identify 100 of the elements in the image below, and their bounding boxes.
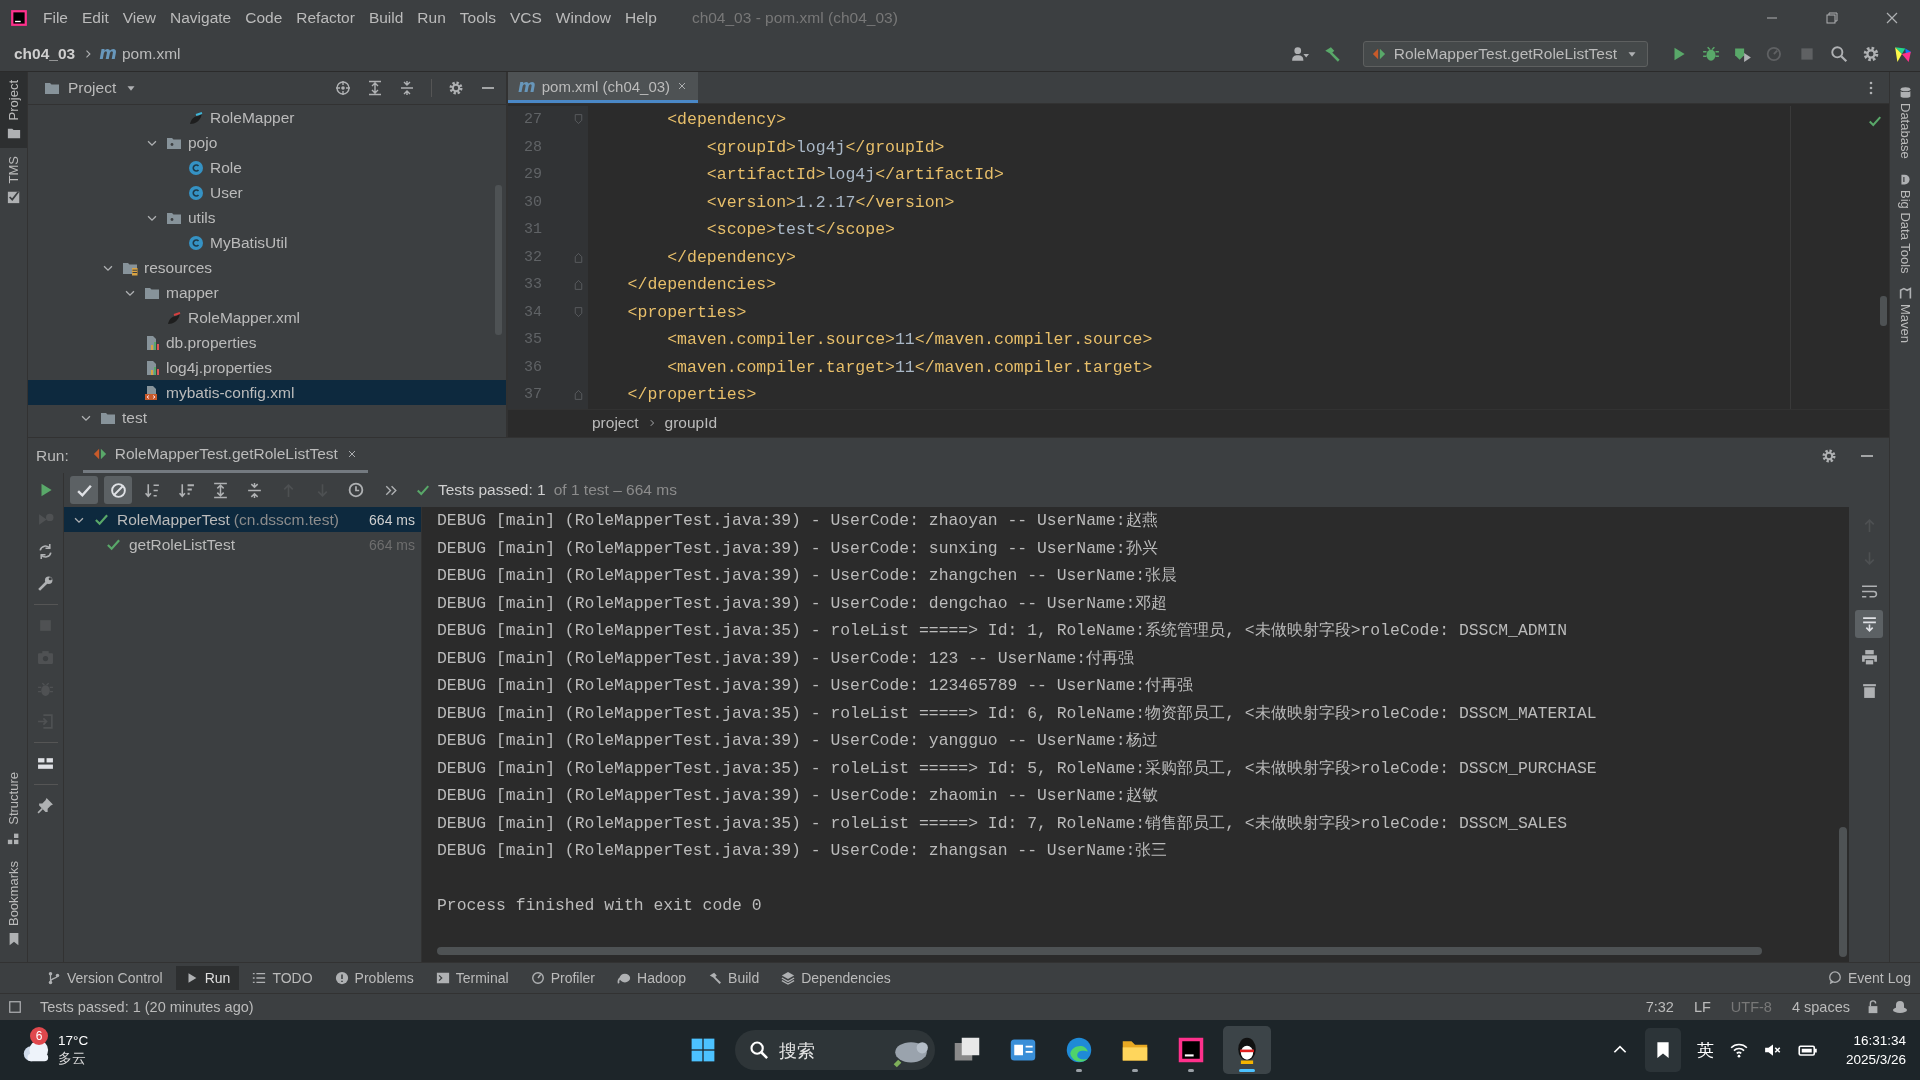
info-icon <box>334 971 349 985</box>
tree-row[interactable]: MyBatisUtil <box>28 230 506 255</box>
terminal-icon <box>435 971 450 985</box>
collapse-all-icon[interactable] <box>399 80 415 96</box>
tool-window-tab[interactable]: Big Data Tools <box>1890 170 1920 276</box>
clock-time[interactable]: 16:31:34 <box>1853 1031 1906 1050</box>
gear-icon[interactable] <box>1821 447 1837 464</box>
tool-window-button[interactable]: Build <box>699 966 769 990</box>
menu-item[interactable]: Build <box>361 9 411 27</box>
toolbar-button[interactable] <box>1855 610 1883 638</box>
tool-window-tab[interactable]: Bookmarks <box>0 852 27 954</box>
scrollbar-thumb[interactable] <box>437 947 1762 955</box>
tree-row[interactable]: resources <box>28 255 506 280</box>
toolbar-button[interactable] <box>70 476 98 504</box>
lock-icon[interactable] <box>1866 1000 1880 1014</box>
event-log-button[interactable]: Event Log <box>1818 966 1920 990</box>
check-icon <box>1868 114 1882 129</box>
search-icon[interactable] <box>1830 44 1848 63</box>
menu-item[interactable]: Tools <box>452 9 503 27</box>
console-line: DEBUG [main] (RoleMapperTest.java:35) - roleList =====> Id: 7, RoleName:销售部员工, <未做映射字段>roleCode: DSSCM_SALES <box>437 812 1569 835</box>
breadcrumb-item[interactable]: project <box>592 414 639 433</box>
search-field[interactable]: 搜索 <box>776 1038 885 1062</box>
breadcrumb-item[interactable]: ch04_03 <box>14 44 76 63</box>
editor-tab[interactable]: m pom.xml (ch04_03) <box>508 72 699 104</box>
menu-item[interactable]: View <box>115 9 164 27</box>
tool-window-button[interactable]: TODO <box>243 966 322 990</box>
tree-row[interactable]: Role <box>28 155 506 180</box>
panel-title[interactable]: Project <box>68 79 117 97</box>
menu-item[interactable]: Code <box>238 9 290 27</box>
tree-row[interactable]: db.properties <box>28 330 506 355</box>
menu-item[interactable]: Refactor <box>289 9 362 27</box>
menu-item[interactable]: Navigate <box>163 9 239 27</box>
tree-row[interactable]: log4j.properties <box>28 355 506 380</box>
bug-icon[interactable] <box>1702 44 1720 63</box>
wifi-icon[interactable] <box>1729 1041 1748 1059</box>
run-tab[interactable]: RoleMapperTest.getRoleListTest <box>82 438 368 473</box>
line-separator[interactable]: LF <box>1689 999 1715 1015</box>
breadcrumb-item[interactable]: groupId <box>664 414 718 433</box>
menu-item[interactable]: File <box>36 9 75 27</box>
tool-window-button[interactable]: Terminal <box>426 966 518 990</box>
user-icon[interactable] <box>1290 44 1309 63</box>
tool-window-tab[interactable]: Database <box>1890 84 1920 161</box>
menu-item[interactable]: Window <box>548 9 618 27</box>
tree-row[interactable]: User <box>28 180 506 205</box>
fold-marker-icon[interactable] <box>572 305 585 319</box>
tool-window-button[interactable]: Run <box>175 966 240 990</box>
caret-position[interactable]: 7:32 <box>1641 999 1678 1015</box>
expand-all-icon[interactable] <box>367 80 383 96</box>
tool-window-button[interactable]: Profiler <box>521 966 604 990</box>
tree-row[interactable]: RoleMapper.xml <box>28 305 506 330</box>
temperature[interactable]: 17°C <box>58 1032 89 1050</box>
menu-item[interactable]: Help <box>618 9 664 27</box>
tool-window-button[interactable]: Problems <box>325 966 423 990</box>
tree-row[interactable]: mapper <box>28 280 506 305</box>
input-language[interactable]: 英 <box>1696 1038 1714 1062</box>
tool-window-button[interactable]: Version Control <box>38 966 172 990</box>
weather-condition[interactable]: 多云 <box>58 1050 89 1068</box>
scrollbar-thumb[interactable] <box>1880 296 1887 327</box>
crosshair-icon[interactable] <box>335 80 351 96</box>
pin-icon <box>37 797 54 814</box>
code-line: </dependency> <box>666 247 796 267</box>
fold-marker-icon[interactable] <box>572 278 585 292</box>
tool-window-button[interactable]: Dependencies <box>772 966 900 990</box>
tree-row[interactable]: test <box>28 405 506 430</box>
file-type-glyph: m <box>99 45 117 62</box>
close-icon[interactable] <box>1884 10 1900 26</box>
tool-window-tab[interactable]: Maven <box>1890 285 1920 346</box>
start-icon[interactable] <box>689 1037 716 1063</box>
tree-row[interactable]: mybatis-config.xml <box>28 380 506 405</box>
fold-marker-icon[interactable] <box>572 113 585 127</box>
menu-item[interactable]: VCS <box>502 9 549 27</box>
restore-icon[interactable] <box>1824 10 1840 26</box>
tree-row[interactable]: utils <box>28 205 506 230</box>
hat-icon[interactable] <box>1892 999 1908 1015</box>
menu-item[interactable]: Run <box>410 9 453 27</box>
run-configuration-dropdown[interactable]: RoleMapperTest.getRoleListTest <box>1362 40 1648 67</box>
clock-date[interactable]: 2025/3/26 <box>1845 1050 1906 1069</box>
breadcrumb-item[interactable]: pom.xml <box>121 44 181 63</box>
fold-marker-icon[interactable] <box>572 388 585 402</box>
toolbar-button[interactable] <box>104 476 132 504</box>
tool-window-button[interactable]: Hadoop <box>608 966 696 990</box>
tool-window-tab[interactable]: Project <box>0 72 27 149</box>
tool-window-tab[interactable]: TMS <box>0 148 27 212</box>
logo-icon[interactable] <box>1894 44 1912 63</box>
check-icon <box>416 483 430 497</box>
indent-setting[interactable]: 4 spaces <box>1787 999 1854 1015</box>
tree-row[interactable]: RoleMapper <box>28 105 506 130</box>
scrollbar-thumb[interactable] <box>1839 827 1847 957</box>
gear-icon[interactable] <box>1862 44 1880 63</box>
tool-window-tab[interactable]: Structure <box>0 764 27 853</box>
fold-marker-icon[interactable] <box>572 250 585 264</box>
hammer-icon[interactable] <box>1322 44 1341 63</box>
gear-icon[interactable] <box>448 80 464 96</box>
taskbar-app[interactable] <box>1222 1026 1271 1074</box>
class-icon <box>188 184 204 201</box>
code-line: <artifactId>log4j</artifactId> <box>705 165 1004 185</box>
search-box[interactable]: 搜索 <box>734 1030 935 1070</box>
test-row[interactable]: RoleMapperTest (cn.dsscm.test) 664 ms <box>64 507 421 532</box>
menu-item[interactable]: Edit <box>75 9 116 27</box>
tree-row[interactable]: pojo <box>28 130 506 155</box>
